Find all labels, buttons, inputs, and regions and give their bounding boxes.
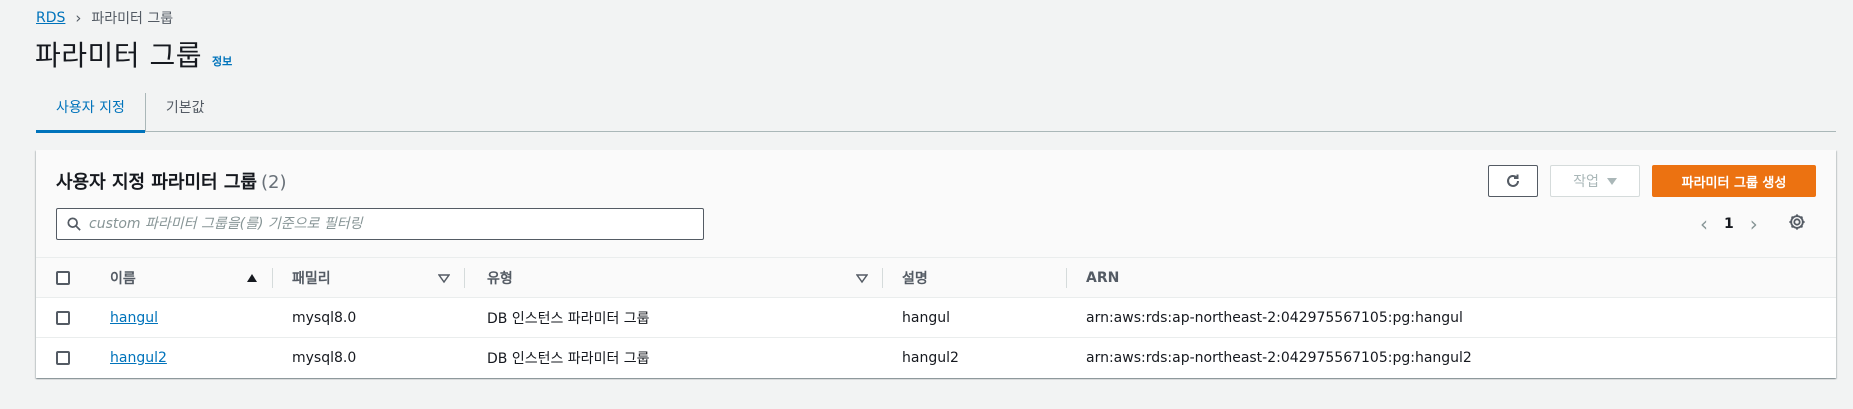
select-all-checkbox[interactable] [56, 271, 70, 285]
sort-icon[interactable] [438, 272, 450, 284]
caret-down-icon [1606, 177, 1617, 185]
panel-count: (2) [260, 172, 287, 193]
column-header-type[interactable]: 유형 [487, 258, 513, 298]
parameter-group-name-link[interactable]: hangul [110, 310, 158, 326]
breadcrumb-current: 파라미터 그룹 [91, 11, 174, 27]
pagination: ‹ 1 › [1700, 208, 1758, 240]
column-separator [272, 268, 273, 288]
panel-header: 사용자 지정 파라미터 그룹(2) 작업 파라미터 그룹 생성 ‹ 1 › [36, 150, 1836, 258]
row-family: mysql8.0 [292, 350, 357, 366]
column-header-family[interactable]: 패밀리 [292, 258, 331, 298]
row-family: mysql8.0 [292, 310, 357, 326]
row-arn: arn:aws:rds:ap-northeast-2:042975567105:… [1086, 310, 1463, 326]
refresh-button[interactable] [1488, 165, 1538, 197]
breadcrumb: RDS › 파라미터 그룹 [36, 8, 173, 28]
row-description: hangul [902, 310, 950, 326]
row-description: hangul2 [902, 350, 959, 366]
row-type: DB 인스턴스 파라미터 그룹 [487, 351, 650, 367]
parameter-groups-panel: 사용자 지정 파라미터 그룹(2) 작업 파라미터 그룹 생성 ‹ 1 › [36, 150, 1836, 378]
row-arn: arn:aws:rds:ap-northeast-2:042975567105:… [1086, 350, 1472, 366]
row-type: DB 인스턴스 파라미터 그룹 [487, 311, 650, 327]
table-header: 이름 패밀리 유형 설명 ARN [36, 258, 1836, 298]
sort-ascending-icon[interactable] [246, 272, 258, 284]
next-page-icon[interactable]: › [1750, 212, 1758, 236]
column-header-arn[interactable]: ARN [1086, 258, 1119, 298]
page-header: 파라미터 그룹 정보 [35, 34, 232, 74]
panel-title: 사용자 지정 파라미터 그룹 (2) [56, 168, 286, 194]
row-checkbox[interactable] [56, 311, 70, 325]
settings-gear-icon[interactable] [1788, 213, 1806, 231]
chevron-right-icon: › [75, 9, 82, 27]
column-separator [1066, 268, 1067, 288]
filter-input[interactable] [89, 216, 703, 232]
breadcrumb-rds-link[interactable]: RDS [36, 10, 65, 26]
column-separator [464, 268, 465, 288]
actions-label: 작업 [1573, 174, 1599, 190]
previous-page-icon[interactable]: ‹ [1700, 212, 1708, 236]
page-title: 파라미터 그룹 [35, 39, 202, 72]
refresh-icon [1507, 174, 1519, 187]
column-header-name[interactable]: 이름 [110, 258, 136, 298]
table-row[interactable]: hangul mysql8.0 DB 인스턴스 파라미터 그룹 hangul a… [36, 298, 1836, 338]
table-row[interactable]: hangul2 mysql8.0 DB 인스턴스 파라미터 그룹 hangul2… [36, 338, 1836, 378]
tab-default[interactable]: 기본값 [146, 82, 225, 132]
panel-title-text: 사용자 지정 파라미터 그룹 [56, 172, 257, 193]
sort-icon[interactable] [856, 272, 868, 284]
create-parameter-group-button[interactable]: 파라미터 그룹 생성 [1652, 165, 1816, 197]
column-separator [882, 268, 883, 288]
actions-dropdown[interactable]: 작업 [1550, 165, 1640, 197]
tab-bar: 사용자 지정 기본값 [36, 82, 1836, 133]
parameter-group-name-link[interactable]: hangul2 [110, 350, 167, 366]
page-number[interactable]: 1 [1724, 216, 1734, 232]
column-header-description[interactable]: 설명 [902, 258, 928, 298]
row-checkbox[interactable] [56, 351, 70, 365]
search-icon [67, 217, 81, 231]
tab-custom[interactable]: 사용자 지정 [36, 82, 145, 133]
filter-search [56, 208, 704, 240]
info-link[interactable]: 정보 [212, 53, 232, 69]
